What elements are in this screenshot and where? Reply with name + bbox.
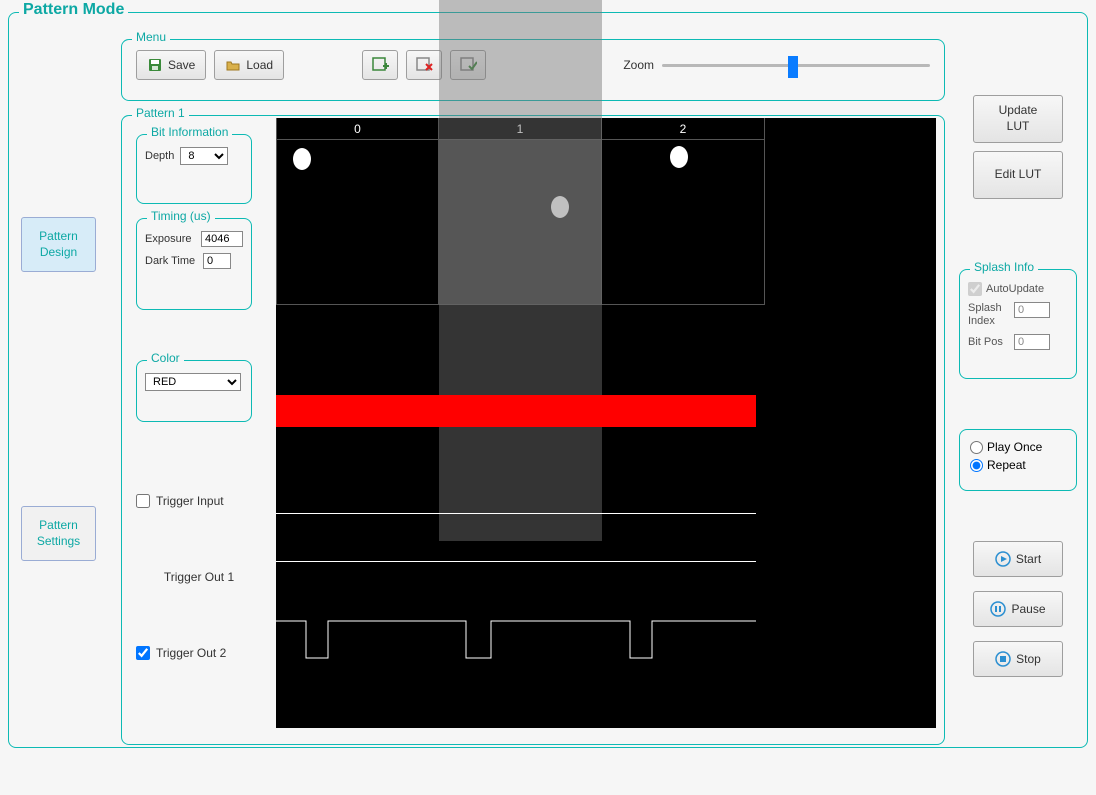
- save-button[interactable]: Save: [136, 50, 206, 80]
- load-button[interactable]: Load: [214, 50, 284, 80]
- depth-select[interactable]: 8: [180, 147, 228, 165]
- pattern1-group: Pattern 1 Bit Information Depth 8 Timing…: [121, 115, 945, 745]
- menu-legend: Menu: [132, 30, 170, 44]
- update-lut-button[interactable]: Update LUT: [973, 95, 1063, 143]
- play-mode-group: Play Once Repeat: [959, 429, 1077, 491]
- bit-info-group: Bit Information Depth 8: [136, 134, 252, 204]
- col-header-0: 0: [276, 118, 439, 140]
- pattern-cell-0[interactable]: [276, 140, 439, 305]
- tab-pattern-settings[interactable]: Pattern Settings: [21, 506, 96, 561]
- pattern1-legend: Pattern 1: [132, 106, 189, 120]
- pattern-cell-1[interactable]: [439, 140, 602, 305]
- splash-index-input: [1014, 302, 1050, 318]
- zoom-slider[interactable]: [662, 56, 930, 74]
- pause-button[interactable]: Pause: [973, 591, 1063, 627]
- tab-pattern-design[interactable]: Pattern Design: [21, 217, 96, 272]
- right-column: Update LUT Edit LUT Splash Info AutoUpda…: [959, 95, 1077, 691]
- exposure-input[interactable]: [201, 231, 243, 247]
- play-once-radio[interactable]: Play Once: [970, 440, 1066, 454]
- load-icon: [225, 57, 241, 73]
- col-header-1: 1: [439, 118, 602, 140]
- add-icon: [371, 56, 389, 74]
- check-icon: [459, 56, 477, 74]
- trigger-out1-row: Trigger Out 1: [136, 570, 262, 584]
- color-select[interactable]: RED: [145, 373, 241, 391]
- remove-pattern-button[interactable]: [406, 50, 442, 80]
- pattern-canvas[interactable]: 0 1 2: [276, 118, 936, 728]
- col-header-2: 2: [602, 118, 765, 140]
- stop-icon: [995, 651, 1011, 667]
- edit-lut-button[interactable]: Edit LUT: [973, 151, 1063, 199]
- dark-time-input[interactable]: [203, 253, 231, 269]
- color-group: Color RED: [136, 360, 252, 422]
- remove-icon: [415, 56, 433, 74]
- repeat-radio[interactable]: Repeat: [970, 458, 1066, 472]
- autoupdate-checkbox: [968, 282, 982, 296]
- pattern-cell-2[interactable]: [602, 140, 765, 305]
- side-tabs: Pattern Design Pattern Settings: [21, 217, 96, 795]
- zoom-label: Zoom: [623, 58, 654, 72]
- save-icon: [147, 57, 163, 73]
- menu-group: Menu Save Load Zoom: [121, 39, 945, 101]
- trigger-out2-row: Trigger Out 2: [136, 646, 262, 660]
- refresh-pattern-button[interactable]: [450, 50, 486, 80]
- timing-group: Timing (us) Exposure Dark Time: [136, 218, 252, 310]
- start-button[interactable]: Start: [973, 541, 1063, 577]
- trigger-out2-checkbox[interactable]: [136, 646, 150, 660]
- add-pattern-button[interactable]: [362, 50, 398, 80]
- stop-button[interactable]: Stop: [973, 641, 1063, 677]
- trigger-input-row: Trigger Input: [136, 494, 262, 508]
- depth-label: Depth: [145, 150, 174, 162]
- play-icon: [995, 551, 1011, 567]
- red-band: [276, 395, 756, 427]
- signal-area: [276, 503, 936, 723]
- pattern-mode-group: Pattern Mode Pattern Design Pattern Sett…: [8, 12, 1088, 748]
- pause-icon: [990, 601, 1006, 617]
- bit-pos-input: [1014, 334, 1050, 350]
- exposure-label: Exposure: [145, 233, 195, 245]
- splash-info-group: Splash Info AutoUpdate Splash Index Bit …: [959, 269, 1077, 379]
- dark-time-label: Dark Time: [145, 255, 197, 267]
- window-title: Pattern Mode: [19, 1, 128, 19]
- trigger-input-checkbox[interactable]: [136, 494, 150, 508]
